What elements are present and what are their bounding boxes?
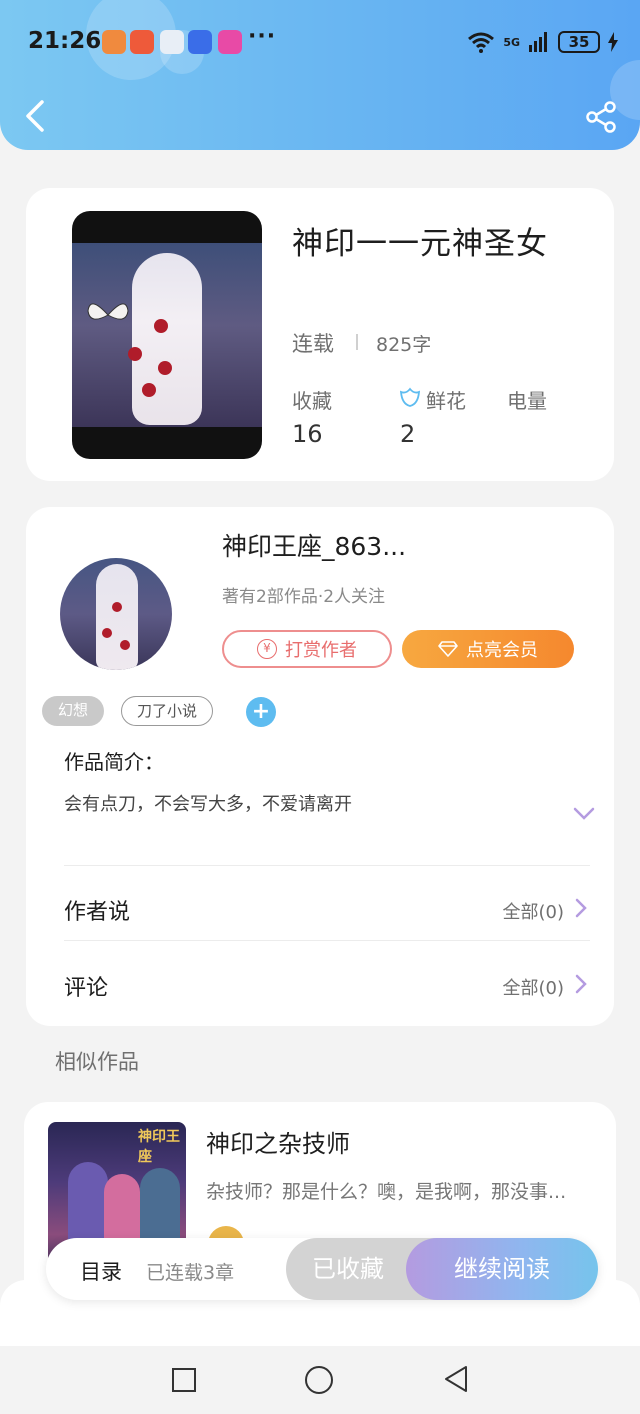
word-count: 825字: [376, 334, 432, 356]
chevron-right-icon[interactable]: [572, 972, 590, 996]
vip-label: 点亮会员: [466, 640, 538, 661]
similar-work-title[interactable]: 神印之杂技师: [206, 1124, 350, 1159]
home-icon[interactable]: [305, 1366, 333, 1394]
notification-icon-4: [188, 30, 212, 54]
book-title: 神印一一元神圣女: [292, 226, 548, 262]
recents-icon[interactable]: [172, 1368, 196, 1392]
signal-icon: [529, 32, 547, 52]
flower-icon: [399, 387, 421, 407]
stat-favorites-value: 16: [292, 420, 323, 448]
toc-button[interactable]: 目录: [80, 1256, 122, 1286]
author-notes-label[interactable]: 作者说: [64, 894, 130, 926]
continue-reading-button[interactable]: 继续阅读: [406, 1238, 598, 1300]
comments-label[interactable]: 评论: [64, 970, 108, 1002]
wifi-icon: [468, 32, 495, 53]
similar-work-desc: 杂技师？那是什么？噢，是我啊，那没事...: [206, 1181, 567, 1203]
author-name[interactable]: 神印王座_863...: [222, 527, 406, 563]
intro-label: 作品简介：: [64, 750, 164, 774]
vip-button[interactable]: 点亮会员: [402, 630, 574, 668]
status-bar: 21:26 ··· 5G 35: [0, 22, 640, 62]
battery-indicator: 35: [558, 31, 600, 53]
tip-author-button[interactable]: ¥ 打赏作者: [222, 630, 392, 668]
divider: [64, 940, 590, 941]
divider: [64, 865, 590, 866]
author-avatar[interactable]: [60, 558, 172, 670]
stat-favorites-label: 收藏: [292, 389, 332, 413]
notification-icon-3: [160, 30, 184, 54]
chevron-down-icon[interactable]: [572, 804, 596, 822]
add-tag-button[interactable]: +: [246, 697, 276, 727]
author-notes-all[interactable]: 全部(0): [503, 898, 565, 924]
notification-icon-1: [102, 30, 126, 54]
tag-custom[interactable]: 刀了小说: [121, 696, 213, 726]
back-triangle-icon[interactable]: [443, 1364, 469, 1394]
diamond-icon: [438, 641, 458, 657]
butterfly-icon: [87, 303, 129, 320]
more-notifications-icon: ···: [248, 24, 277, 49]
stat-power-label: 电量: [507, 389, 547, 413]
status-time: 21:26: [28, 28, 102, 54]
tag-fantasy[interactable]: 幻想: [42, 696, 104, 726]
similar-works-title: 相似作品: [55, 1050, 139, 1074]
charging-icon: [608, 32, 618, 52]
author-meta: 著有2部作品·2人关注: [222, 587, 386, 607]
chevron-right-icon[interactable]: [572, 896, 590, 920]
share-icon[interactable]: [584, 100, 618, 134]
book-cover[interactable]: [72, 211, 262, 459]
stat-flowers-value: 2: [400, 420, 416, 448]
serial-status: 连载: [292, 332, 334, 356]
chevron-left-icon[interactable]: [20, 96, 52, 136]
comments-all[interactable]: 全部(0): [503, 974, 565, 1000]
tip-author-label: 打赏作者: [285, 640, 357, 661]
divider: [356, 334, 358, 350]
similar-cover-title: 神印王座: [138, 1129, 180, 1165]
network-type: 5G: [503, 35, 520, 49]
stat-flowers-label: 鲜花: [426, 389, 466, 413]
serial-chapters: 已连载3章: [146, 1262, 235, 1284]
notification-icon-5: [218, 30, 242, 54]
intro-text: 会有点刀，不会写大多，不爱请离开: [64, 794, 352, 815]
notification-icon-2: [130, 30, 154, 54]
yen-icon: ¥: [257, 639, 277, 659]
